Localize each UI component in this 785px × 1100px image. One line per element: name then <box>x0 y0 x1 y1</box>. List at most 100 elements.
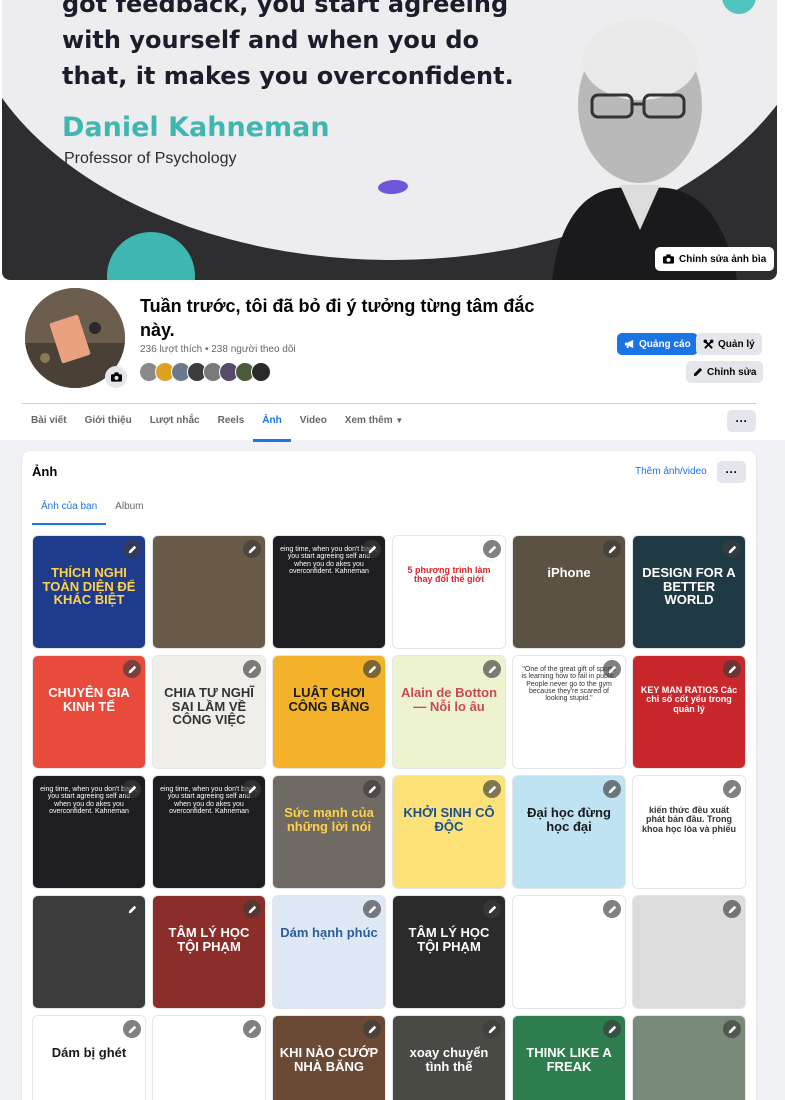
photo-tile[interactable]: eing time, when you don't back, you star… <box>272 535 386 649</box>
edit-photo-button[interactable] <box>603 900 621 918</box>
edit-cover-button[interactable]: Chỉnh sửa ảnh bìa <box>655 247 775 271</box>
edit-photo-button[interactable] <box>243 1020 261 1038</box>
edit-photo-button[interactable] <box>603 1020 621 1038</box>
edit-page-button[interactable]: Chỉnh sửa <box>686 361 764 383</box>
tab-videos[interactable]: Video <box>291 404 336 440</box>
photo-tile[interactable]: TÂM LÝ HỌC TỘI PHẠM <box>392 895 506 1009</box>
edit-photo-button[interactable] <box>363 1020 381 1038</box>
photos-title: Ảnh <box>32 464 58 479</box>
photo-caption: Dám hạnh phúc <box>280 925 378 940</box>
edit-photo-button[interactable] <box>603 780 621 798</box>
tab-about[interactable]: Giới thiệu <box>76 404 141 440</box>
edit-photo-button[interactable] <box>363 660 381 678</box>
photo-tile[interactable] <box>32 895 146 1009</box>
edit-photo-button[interactable] <box>243 540 261 558</box>
edit-photo-button[interactable] <box>243 780 261 798</box>
photo-tile[interactable]: 5 phương trình làm thay đổi thế giới <box>392 535 506 649</box>
cover-quote: got feedback, you start agreeing with yo… <box>62 0 514 90</box>
photo-tile[interactable]: LUẬT CHƠI CÔNG BẰNG <box>272 655 386 769</box>
edit-photo-button[interactable] <box>123 900 141 918</box>
photo-tile[interactable]: CHUYÊN GIA KINH TẾ <box>32 655 146 769</box>
pencil-icon <box>728 1025 736 1033</box>
edit-photo-button[interactable] <box>123 780 141 798</box>
edit-photo-button[interactable] <box>483 540 501 558</box>
photo-tile[interactable]: Sức mạnh của những lời nói <box>272 775 386 889</box>
edit-photo-button[interactable] <box>603 540 621 558</box>
edit-photo-button[interactable] <box>483 660 501 678</box>
photo-tile[interactable]: "One of the great gift of sports is lear… <box>512 655 626 769</box>
edit-photo-button[interactable] <box>723 1020 741 1038</box>
tab-albums[interactable]: Album <box>106 493 152 525</box>
tab-more[interactable]: Xem thêm ▼ <box>336 404 413 440</box>
tab-photos[interactable]: Ảnh <box>253 404 292 442</box>
photo-tile[interactable]: xoay chuyển tình thế <box>392 1015 506 1100</box>
edit-photo-button[interactable] <box>723 900 741 918</box>
photo-tile[interactable]: Dám hạnh phúc <box>272 895 386 1009</box>
photo-caption: KHI NÀO CƯỚP NHÀ BĂNG <box>279 1045 379 1074</box>
edit-photo-button[interactable] <box>363 780 381 798</box>
manage-button[interactable]: Quản lý <box>696 333 762 355</box>
pencil-icon <box>128 1025 136 1033</box>
edit-photo-button[interactable] <box>363 540 381 558</box>
page-stats[interactable]: 236 lượt thích • 238 người theo dõi <box>140 344 296 355</box>
cover-photo[interactable]: got feedback, you start agreeing with yo… <box>2 0 777 280</box>
edit-photo-button[interactable] <box>123 660 141 678</box>
photo-tile[interactable]: kiến thức đều xuất phát bản đầu. Trong k… <box>632 775 746 889</box>
edit-photo-button[interactable] <box>483 1020 501 1038</box>
edit-photo-button[interactable] <box>723 780 741 798</box>
edit-photo-button[interactable] <box>363 900 381 918</box>
follower-avatars[interactable] <box>139 362 271 382</box>
photo-caption: CHUYÊN GIA KINH TẾ <box>48 685 130 714</box>
edit-photo-button[interactable] <box>723 540 741 558</box>
photo-tile[interactable]: THÍCH NGHI TOÀN DIỆN ĐỂ KHÁC BIỆT <box>32 535 146 649</box>
edit-photo-button[interactable] <box>123 1020 141 1038</box>
ads-button[interactable]: Quảng cáo <box>617 333 698 355</box>
photo-tile[interactable]: THINK LIKE A FREAK <box>512 1015 626 1100</box>
photo-tile[interactable]: KHỞI SINH CÔ ĐỘC <box>392 775 506 889</box>
photo-tile[interactable]: TÂM LÝ HỌC TỘI PHẠM <box>152 895 266 1009</box>
photo-tile[interactable]: iPhone <box>512 535 626 649</box>
tab-reels[interactable]: Reels <box>209 404 254 440</box>
pencil-icon <box>488 905 496 913</box>
tab-your-photos[interactable]: Ảnh của bạn <box>32 493 107 525</box>
edit-photo-button[interactable] <box>243 900 261 918</box>
photo-caption: Dám bị ghét <box>51 1045 127 1060</box>
tabs-more-button[interactable]: ··· <box>727 410 756 432</box>
photo-tile[interactable]: Đại học đừng học đại <box>512 775 626 889</box>
edit-photo-button[interactable] <box>243 660 261 678</box>
photo-tile[interactable] <box>152 1015 266 1100</box>
edit-photo-button[interactable] <box>123 540 141 558</box>
tab-mentions[interactable]: Lượt nhắc <box>141 404 209 440</box>
avatar[interactable] <box>251 362 271 382</box>
photo-tile[interactable]: DESIGN FOR A BETTER WORLD <box>632 535 746 649</box>
pencil-icon <box>693 367 703 377</box>
photo-tile[interactable] <box>632 895 746 1009</box>
photo-tile[interactable] <box>632 1015 746 1100</box>
pencil-icon <box>368 905 376 913</box>
edit-photo-button[interactable] <box>483 780 501 798</box>
photo-caption: LUẬT CHƠI CÔNG BẰNG <box>288 685 370 714</box>
change-avatar-button[interactable] <box>105 366 127 388</box>
edit-photo-button[interactable] <box>483 900 501 918</box>
pencil-icon <box>368 785 376 793</box>
photo-tile[interactable] <box>512 895 626 1009</box>
photos-more-button[interactable]: ··· <box>717 461 746 483</box>
photo-tile[interactable]: eing time, when you don't back, you star… <box>152 775 266 889</box>
photo-tile[interactable]: Alain de Botton — Nỗi lo âu <box>392 655 506 769</box>
pencil-icon <box>368 1025 376 1033</box>
photo-tile[interactable]: CHIA TƯ NGHĨ SAI LẦM VỀ CÔNG VIỆC <box>152 655 266 769</box>
pencil-icon <box>248 1025 256 1033</box>
pencil-icon <box>728 665 736 673</box>
photo-tile[interactable]: KHI NÀO CƯỚP NHÀ BĂNG <box>272 1015 386 1100</box>
photo-tile[interactable]: eing time, when you don't back, you star… <box>32 775 146 889</box>
photos-card: Ảnh Thêm ảnh/video ··· Ảnh của bạn Album… <box>22 451 756 1100</box>
photo-tile[interactable]: KEY MAN RATIOS Các chỉ số cốt yếu trong … <box>632 655 746 769</box>
profile-avatar[interactable] <box>22 285 128 391</box>
tab-posts[interactable]: Bài viết <box>22 404 76 440</box>
edit-photo-button[interactable] <box>603 660 621 678</box>
camera-icon <box>663 254 674 264</box>
edit-photo-button[interactable] <box>723 660 741 678</box>
add-photo-link[interactable]: Thêm ảnh/video <box>635 466 707 477</box>
photo-tile[interactable]: Dám bị ghét <box>32 1015 146 1100</box>
photo-tile[interactable] <box>152 535 266 649</box>
